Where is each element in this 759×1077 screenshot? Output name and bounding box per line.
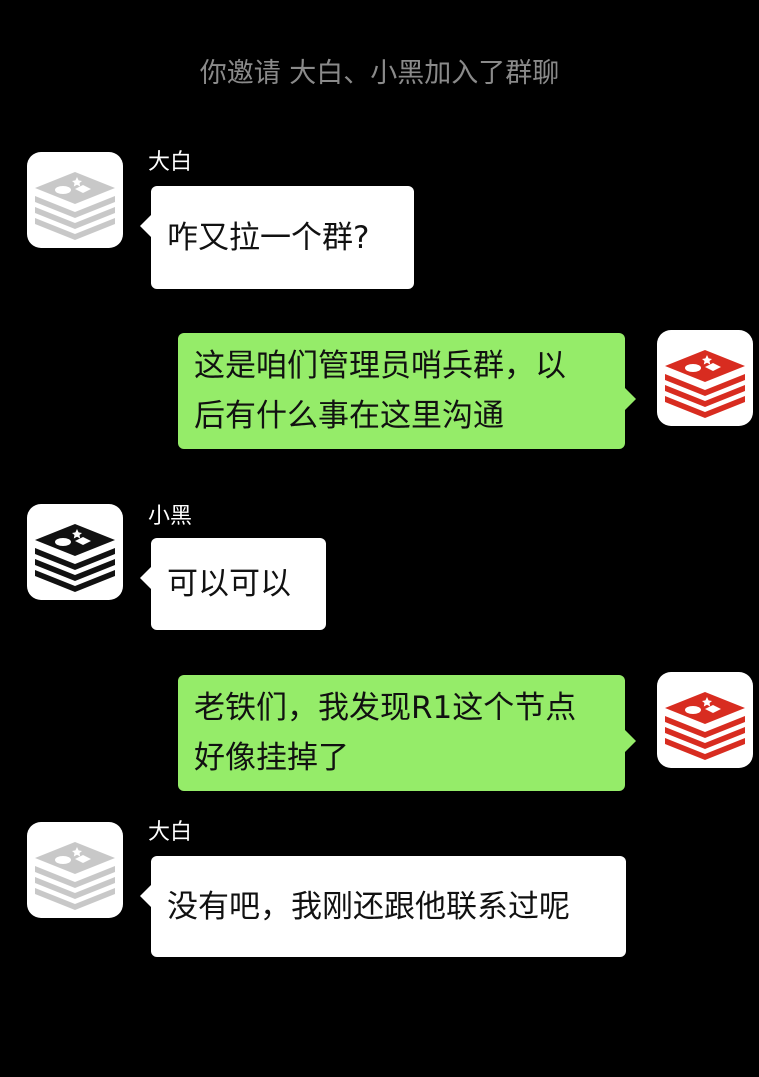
redis-logo-icon (665, 350, 745, 418)
sender-name: 大白 (148, 820, 193, 845)
message-bubble[interactable]: 这是咱们管理员哨兵群，以 后有什么事在这里沟通 (178, 333, 636, 449)
avatar[interactable] (27, 504, 123, 600)
message-text: 没有吧，我刚还跟他联系过呢 (167, 888, 570, 925)
redis-logo-icon (35, 524, 115, 592)
sender-name: 大白 (148, 150, 193, 175)
message-text: 咋又拉一个群? (167, 219, 370, 256)
message-text: 可以可以 (167, 566, 291, 602)
system-notice: 你邀请 大白、小黑加入了群聊 (199, 58, 560, 89)
redis-logo-icon (35, 172, 115, 240)
avatar[interactable] (657, 672, 753, 768)
sender-name: 小黑 (148, 504, 193, 529)
redis-logo-icon (665, 692, 745, 760)
message-bubble[interactable]: 老铁们，我发现R1这个节点 好像挂掉了 (178, 675, 636, 791)
avatar[interactable] (27, 822, 123, 918)
message-text-line: 老铁们，我发现R1这个节点 (194, 690, 577, 726)
redis-logo-icon (35, 842, 115, 910)
avatar[interactable] (27, 152, 123, 248)
message-text-line: 这是咱们管理员哨兵群，以 (194, 348, 566, 384)
message-bubble[interactable]: 咋又拉一个群? (140, 186, 414, 289)
message-bubble[interactable]: 没有吧，我刚还跟他联系过呢 (140, 856, 626, 957)
message-text-line: 后有什么事在这里沟通 (194, 398, 504, 434)
message-bubble[interactable]: 可以可以 (140, 538, 326, 630)
message-text-line: 好像挂掉了 (194, 740, 349, 776)
avatar[interactable] (657, 330, 753, 426)
